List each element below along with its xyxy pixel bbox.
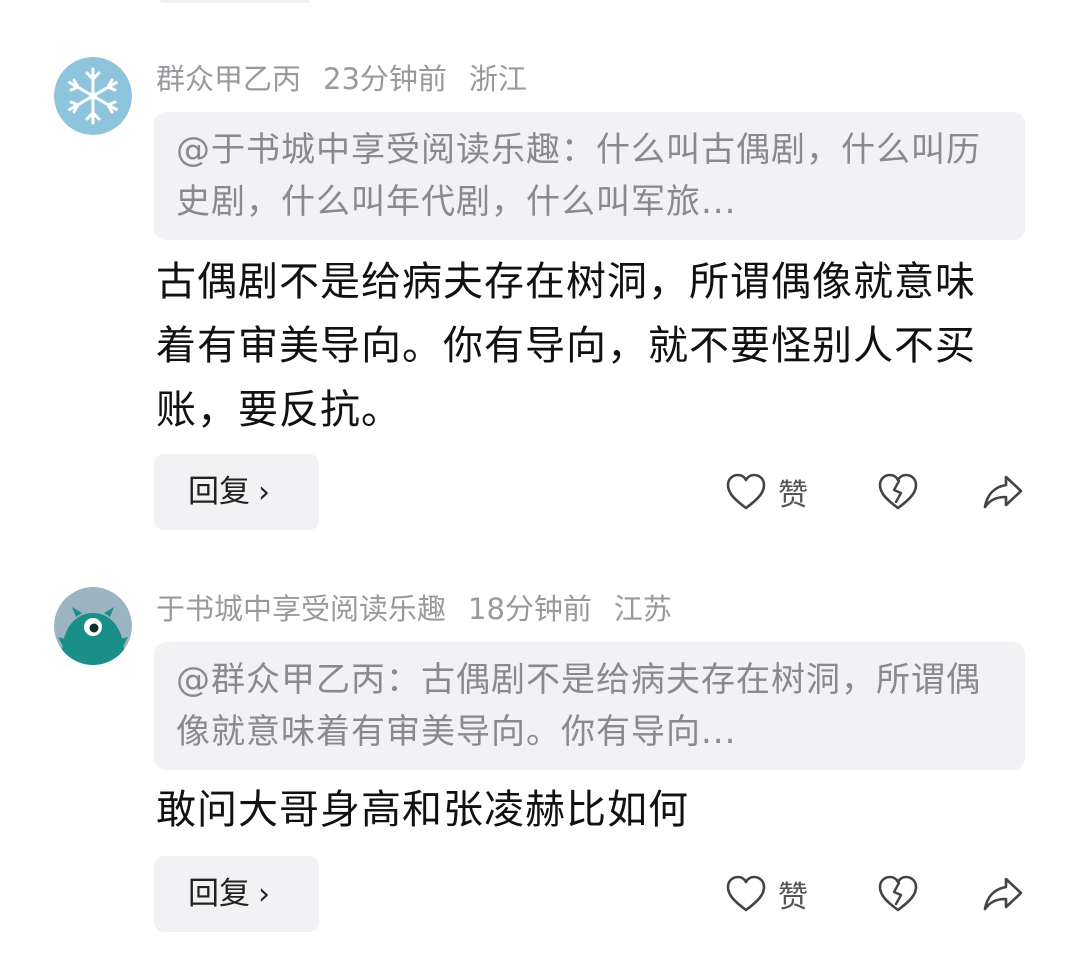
avatar[interactable] (54, 57, 132, 135)
comment-actions: 赞 (0, 856, 1080, 932)
comment-text: 古偶剧不是给病夫存在树洞，所谓偶像就意味着有审美导向。你有导向，就不要怪别人不买… (156, 259, 976, 433)
heart-icon (726, 875, 766, 912)
dislike-button[interactable] (878, 470, 918, 514)
username[interactable]: 于书城中享受阅读乐趣 (156, 592, 446, 626)
comment-meta: 群众甲乙丙 23分钟前 浙江 (156, 57, 549, 101)
share-button[interactable] (982, 872, 1024, 916)
share-arrow-icon (983, 475, 1023, 509)
like-label: 赞 (778, 880, 808, 915)
location: 江苏 (613, 592, 672, 626)
dislike-button[interactable] (878, 872, 918, 916)
share-button[interactable] (982, 470, 1024, 514)
timestamp: 18分钟前 (468, 592, 592, 626)
snowflake-icon (54, 57, 132, 135)
comment-meta: 于书城中享受阅读乐趣 18分钟前 江苏 (156, 587, 694, 631)
quoted-comment[interactable]: @于书城中享受阅读乐趣：什么叫古偶剧，什么叫历史剧，什么叫年代剧，什么叫军旅..… (154, 112, 1025, 240)
location: 浙江 (468, 62, 527, 96)
broken-heart-icon (878, 875, 918, 912)
comment-actions: 赞 (0, 454, 1080, 530)
like-button[interactable]: 赞 (726, 470, 808, 514)
heart-icon (726, 473, 766, 510)
like-button[interactable]: 赞 (726, 872, 808, 916)
previous-reply-button-edge (160, 0, 310, 3)
like-label: 赞 (778, 478, 808, 513)
teal-monster-icon (54, 587, 132, 665)
broken-heart-icon (878, 473, 918, 510)
comment-text: 敢问大哥身高和张凌赫比如何 (156, 787, 689, 833)
quoted-comment[interactable]: @群众甲乙丙：古偶剧不是给病夫存在树洞，所谓偶像就意味着有审美导向。你有导向..… (154, 642, 1025, 770)
timestamp: 23分钟前 (323, 62, 447, 96)
avatar[interactable] (54, 587, 132, 665)
share-arrow-icon (983, 877, 1023, 911)
username[interactable]: 群众甲乙丙 (156, 62, 301, 96)
